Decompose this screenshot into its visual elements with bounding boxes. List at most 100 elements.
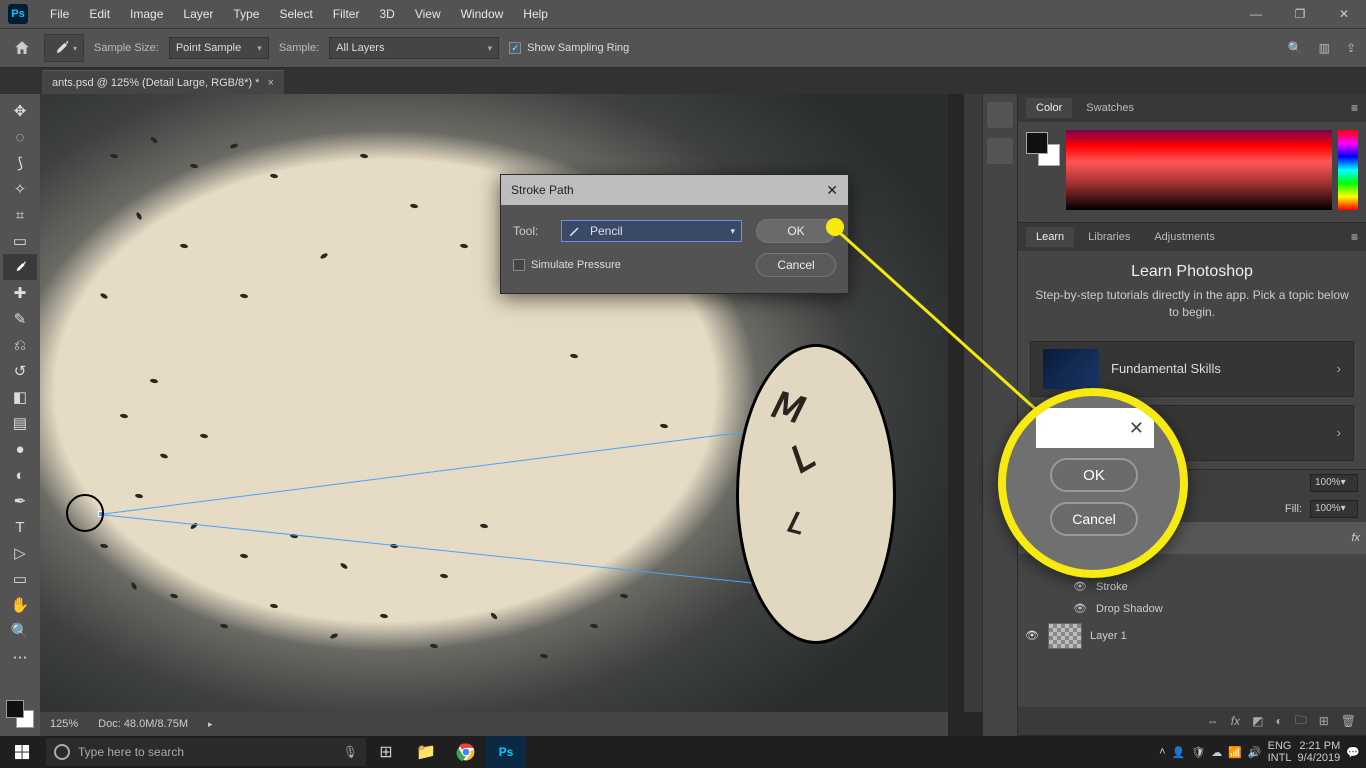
history-brush-tool-icon[interactable]: ↺ [3, 358, 37, 384]
zoom-level[interactable]: 125% [50, 718, 78, 730]
type-tool-icon[interactable]: T [3, 514, 37, 540]
new-layer-icon[interactable]: ⊞ [1319, 714, 1329, 728]
window-close-icon[interactable]: ✕ [1322, 0, 1366, 28]
tray-language[interactable]: ENGINTL [1268, 740, 1292, 764]
tray-people-icon[interactable]: 👤 [1172, 746, 1186, 759]
menu-select[interactable]: Select [269, 7, 322, 21]
visibility-toggle-icon[interactable]: 👁 [1072, 580, 1088, 593]
spot-heal-tool-icon[interactable]: ✚ [3, 280, 37, 306]
marquee-tool-icon[interactable]: ◌ [3, 124, 37, 150]
menu-help[interactable]: Help [513, 7, 558, 21]
menu-layer[interactable]: Layer [173, 7, 223, 21]
path-select-tool-icon[interactable]: ▷ [3, 540, 37, 566]
current-tool-eyedropper-icon[interactable]: ▾ [44, 34, 84, 62]
tray-cloud-icon[interactable]: ☁ [1211, 746, 1222, 759]
zoom-tool-icon[interactable]: 🔍 [3, 618, 37, 644]
tab-adjustments[interactable]: Adjustments [1144, 227, 1225, 247]
group-icon[interactable]: 🗀 [1295, 711, 1307, 732]
home-icon[interactable] [10, 36, 34, 60]
tab-learn[interactable]: Learn [1026, 227, 1074, 247]
tab-libraries[interactable]: Libraries [1078, 227, 1140, 247]
dialog-titlebar[interactable]: Stroke Path ✕ [501, 175, 848, 205]
menu-filter[interactable]: Filter [323, 7, 370, 21]
tray-clock[interactable]: 2:21 PM9/4/2019 [1297, 740, 1340, 764]
taskbar-search[interactable]: Type here to search 🎙 [46, 738, 366, 766]
sample-size-dropdown[interactable]: Point Sample▾ [169, 37, 269, 59]
eyedropper-tool-icon[interactable] [3, 254, 37, 280]
chrome-icon[interactable] [446, 736, 486, 768]
visibility-toggle-icon[interactable]: 👁 [1072, 602, 1088, 615]
clone-stamp-tool-icon[interactable]: ⎌ [3, 332, 37, 358]
layer-style-icon[interactable]: fx [1231, 714, 1240, 728]
sample-dropdown[interactable]: All Layers▾ [329, 37, 499, 59]
rectangle-tool-icon[interactable]: ▭ [3, 566, 37, 592]
dodge-tool-icon[interactable]: ◐ [3, 462, 37, 488]
layer-fx-badge[interactable]: fx [1351, 532, 1360, 544]
collapsed-panel-icon[interactable] [987, 138, 1013, 164]
cancel-button[interactable]: Cancel [756, 253, 836, 277]
dialog-close-icon[interactable]: ✕ [826, 182, 838, 199]
tray-network-icon[interactable]: 📶 [1228, 746, 1242, 759]
blur-tool-icon[interactable]: ● [3, 436, 37, 462]
hue-strip[interactable] [1338, 130, 1358, 210]
menu-window[interactable]: Window [451, 7, 514, 21]
menu-edit[interactable]: Edit [79, 7, 120, 21]
opacity-field[interactable]: 100% ▾ [1310, 474, 1358, 492]
frame-tool-icon[interactable]: ▭ [3, 228, 37, 254]
pen-tool-icon[interactable]: ✒ [3, 488, 37, 514]
tray-security-icon[interactable]: 🛡 [1191, 746, 1205, 759]
color-fg-bg-swatch[interactable] [1026, 132, 1060, 166]
vertical-scrollbar[interactable] [964, 94, 982, 712]
menu-view[interactable]: View [405, 7, 451, 21]
photoshop-taskbar-icon[interactable]: Ps [486, 736, 526, 768]
start-button[interactable] [0, 736, 44, 768]
lasso-tool-icon[interactable]: ⟆ [3, 150, 37, 176]
link-layers-icon[interactable]: ⇔ [1207, 714, 1219, 728]
visibility-toggle-icon[interactable]: 👁 [1024, 629, 1040, 642]
collapsed-panel-icon[interactable] [987, 102, 1013, 128]
gradient-tool-icon[interactable]: ▤ [3, 410, 37, 436]
file-explorer-icon[interactable]: 📁 [406, 736, 446, 768]
window-minimize-icon[interactable]: — [1234, 0, 1278, 28]
tray-up-icon[interactable]: ˄ [1159, 746, 1165, 758]
layer-mask-icon[interactable]: ◩ [1252, 714, 1263, 728]
tab-swatches[interactable]: Swatches [1076, 98, 1144, 118]
fill-field[interactable]: 100% ▾ [1310, 500, 1358, 518]
tray-sound-icon[interactable]: 🔊 [1248, 746, 1262, 759]
tab-color[interactable]: Color [1026, 98, 1072, 118]
color-ramp[interactable] [1066, 130, 1332, 210]
crop-tool-icon[interactable]: ⌗ [3, 202, 37, 228]
document-tab[interactable]: ants.psd @ 125% (Detail Large, RGB/8*) *… [42, 70, 284, 94]
workspace-icon[interactable]: ▥ [1319, 41, 1330, 55]
tool-dropdown[interactable]: Pencil ▾ [561, 220, 742, 242]
menu-file[interactable]: File [40, 7, 79, 21]
close-tab-icon[interactable]: × [267, 77, 273, 89]
eraser-tool-icon[interactable]: ◧ [3, 384, 37, 410]
task-view-icon[interactable]: ⊞ [366, 736, 406, 768]
layer-row-layer1[interactable]: 👁 Layer 1 [1018, 620, 1366, 652]
menu-3d[interactable]: 3D [369, 7, 404, 21]
share-icon[interactable]: ⇪ [1346, 41, 1356, 55]
status-chevron-icon[interactable]: ▸ [208, 719, 213, 730]
adjustment-layer-icon[interactable]: ◐ [1275, 714, 1282, 728]
color-swatch[interactable] [6, 700, 34, 728]
mic-icon[interactable]: 🎙 [343, 745, 358, 759]
menu-type[interactable]: Type [223, 7, 269, 21]
tray-notifications-icon[interactable]: 💬 [1346, 746, 1360, 759]
search-icon[interactable]: 🔍 [1288, 41, 1303, 55]
menu-image[interactable]: Image [120, 7, 173, 21]
hand-tool-icon[interactable]: ✋ [3, 592, 37, 618]
layer-effect-drop-shadow[interactable]: 👁 Drop Shadow [1018, 598, 1366, 620]
edit-toolbar-icon[interactable]: ⋯ [3, 644, 37, 670]
layer-effect-stroke[interactable]: 👁 Stroke [1018, 576, 1366, 598]
panel-menu-icon[interactable]: ≡ [1351, 230, 1358, 244]
move-tool-icon[interactable]: ✥ [3, 98, 37, 124]
panel-menu-icon[interactable]: ≡ [1351, 101, 1358, 115]
show-sampling-ring-checkbox[interactable]: ✓Show Sampling Ring [509, 42, 629, 54]
simulate-pressure-checkbox[interactable]: Simulate Pressure [513, 259, 742, 271]
brush-tool-icon[interactable]: ✎ [3, 306, 37, 332]
ok-button[interactable]: OK [756, 219, 836, 243]
window-restore-icon[interactable]: ❐ [1278, 0, 1322, 28]
delete-layer-icon[interactable]: 🗑 [1341, 714, 1356, 728]
quick-select-tool-icon[interactable]: ✧ [3, 176, 37, 202]
